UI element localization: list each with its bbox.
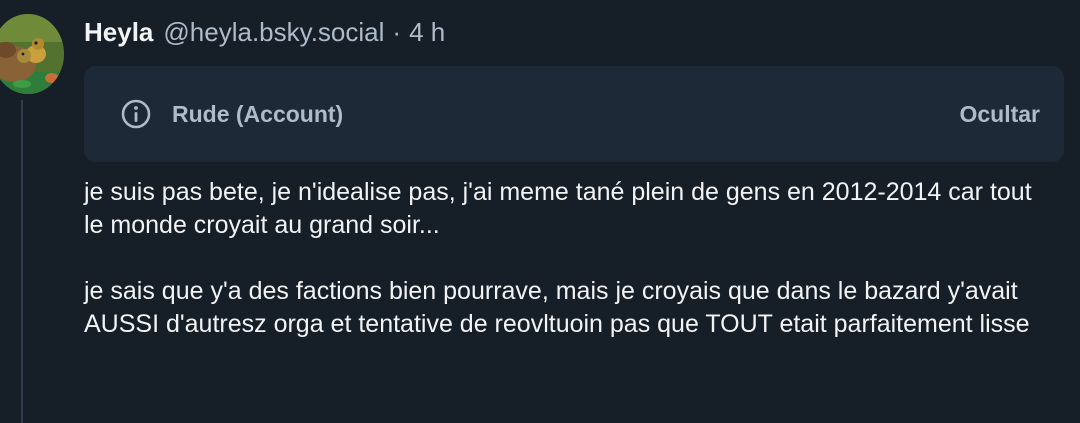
- post-text: je suis pas bete, je n'idealise pas, j'a…: [84, 176, 1054, 341]
- post-header: Heyla @heyla.bsky.social · 4 h: [84, 14, 445, 50]
- post-paragraph: je suis pas bete, je n'idealise pas, j'a…: [84, 178, 1032, 239]
- post-paragraph: je sais que y'a des factions bien pourra…: [84, 277, 1030, 338]
- avatar[interactable]: [0, 14, 64, 94]
- header-separator: ·: [392, 16, 402, 47]
- author-handle[interactable]: @heyla.bsky.social: [163, 17, 384, 48]
- avatar-image: [0, 14, 64, 94]
- post-timestamp[interactable]: 4 h: [409, 17, 445, 48]
- moderation-notice: Rude (Account) Ocultar: [84, 66, 1064, 162]
- hide-button[interactable]: Ocultar: [959, 94, 1040, 134]
- author-display-name[interactable]: Heyla: [84, 17, 153, 48]
- moderation-label[interactable]: Rude (Account): [172, 98, 343, 130]
- thread-line: [21, 100, 23, 423]
- info-circle-icon: [121, 99, 151, 129]
- post[interactable]: Heyla @heyla.bsky.social · 4 h Rude (Acc…: [0, 0, 1080, 423]
